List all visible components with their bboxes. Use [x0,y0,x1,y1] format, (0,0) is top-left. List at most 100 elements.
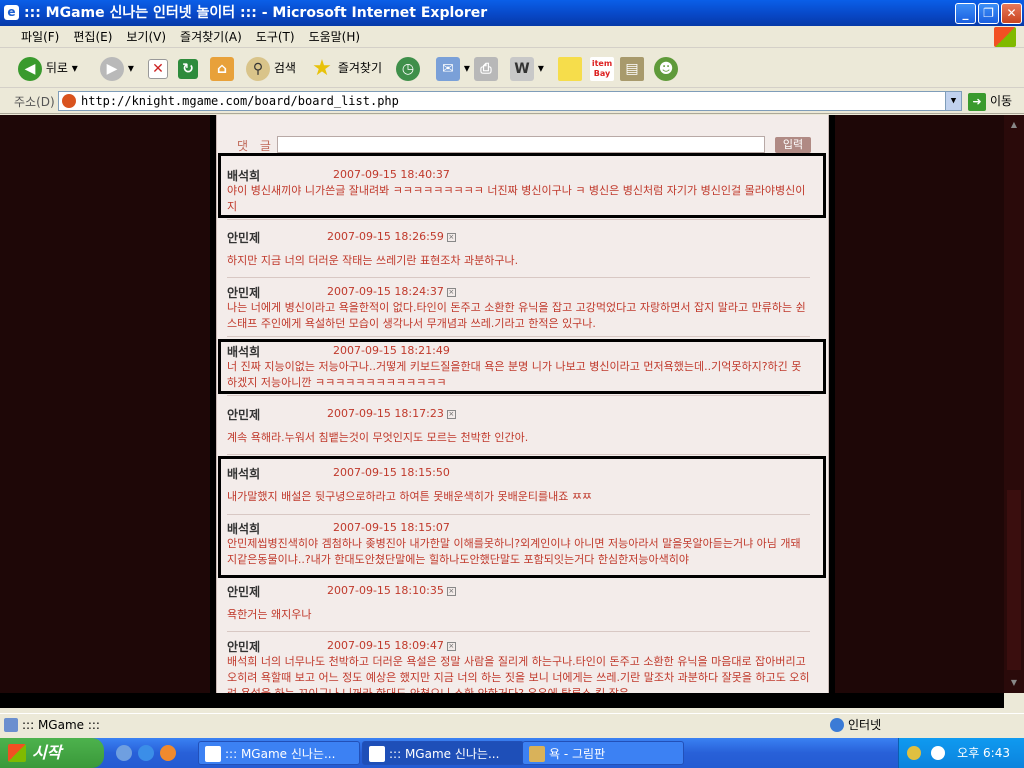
horizontal-scrollbar[interactable] [0,693,1004,708]
delete-icon[interactable]: × [446,641,456,651]
comment-time-wrap: 2007-09-15 18:24:37 × [327,285,456,298]
notes-button[interactable] [558,54,582,82]
menu-favorites[interactable]: 즐겨찾기(A) [173,26,249,48]
ie-page-icon [205,746,221,762]
comment-body: 욕한거는 왜지우나 [227,608,312,621]
quicklaunch-media-icon[interactable] [160,745,176,761]
menu-file[interactable]: 파일(F) [14,26,66,48]
printer-icon: ⎙ [474,56,498,81]
divider [227,277,810,278]
divider [227,631,810,632]
windows-logo-icon [994,27,1016,47]
delete-icon[interactable]: × [446,287,456,297]
search-button[interactable]: ⚲ 검색 [246,54,296,82]
paint-icon [529,746,545,762]
delete-icon[interactable]: × [446,586,456,596]
scroll-up-icon[interactable]: ▲ [1006,117,1022,133]
menu-tools[interactable]: 도구(T) [249,26,302,48]
delete-icon[interactable]: × [446,409,456,419]
highlight-box [218,456,826,578]
ie-page-icon [369,746,385,762]
comment-time-wrap: 2007-09-15 18:17:23 × [327,407,456,420]
history-icon: ◷ [396,56,420,81]
comment-body: 배석희 너의 너무나도 천박하고 더러운 욕설은 정말 사람을 질리게 하는구나… [227,655,810,693]
vertical-scrollbar[interactable]: ▲ ▼ [1004,115,1024,693]
sticky-note-icon [558,56,582,81]
taskbar: 시작 ::: MGame 신나는... ::: MGame 신나는... 욕 -… [0,738,1024,768]
messenger-button[interactable]: ☻ [654,54,678,82]
maximize-button[interactable]: ❐ [978,3,999,24]
comment-body: 나는 너에게 병신이라고 욕을한적이 없다.타인이 돈주고 소환한 유닉을 잡고… [227,301,806,330]
comment-input[interactable] [277,136,765,153]
delete-icon[interactable]: × [446,232,456,242]
window-title: ::: MGame 신나는 인터넷 놀이터 ::: - Microsoft In… [24,5,488,21]
scroll-thumb[interactable] [1007,490,1021,670]
network-tray-icon[interactable] [907,746,921,760]
refresh-button[interactable]: ↻ [178,54,198,82]
edit-button[interactable]: W ▾ [510,54,544,82]
url-dropdown-icon[interactable]: ▼ [945,92,961,110]
clock: 오후 6:43 [957,746,1010,760]
divider [227,454,810,455]
start-button[interactable]: 시작 [0,738,104,768]
ie-icon: e [4,5,19,20]
url-text: http://knight.mgame.com/board/board_list… [81,94,399,108]
menu-view[interactable]: 보기(V) [119,26,173,48]
toolbar: ◀ 뒤로 ▾ ▶ ▾ ✕ ↻ ⌂ ⚲ 검색 ★ 즐겨찾기 ◷ ✉ ▾ ⎙ W ▾… [0,48,1024,88]
quicklaunch-desktop-icon[interactable] [116,745,132,761]
menu-help[interactable]: 도움말(H) [302,26,368,48]
itembay-icon: item Bay [590,56,614,81]
system-tray: 오후 6:43 [898,738,1024,768]
home-button[interactable]: ⌂ [210,54,234,82]
search-icon: ⚲ [246,56,270,81]
star-icon: ★ [312,55,332,81]
go-button[interactable]: ➜ 이동 [968,91,1012,111]
mail-icon: ✉ [436,56,460,81]
mail-button[interactable]: ✉ ▾ [436,54,470,82]
minimize-button[interactable]: _ [955,3,976,24]
tray-expand-icon[interactable] [931,746,945,760]
comment-author: 안민제 [227,408,261,422]
refresh-icon: ↻ [178,58,198,79]
status-text: ::: MGame ::: [22,718,100,732]
security-zone: 인터넷 [828,715,881,735]
stop-button[interactable]: ✕ [148,54,168,82]
menu-bar: 파일(F) 편집(E) 보기(V) 즐겨찾기(A) 도구(T) 도움말(H) [0,26,1024,48]
scroll-down-icon[interactable]: ▼ [1006,675,1022,691]
edit-document-icon: W [510,56,534,81]
research-icon: ▤ [620,56,644,81]
comment-body: 하지만 지금 너의 더러운 작태는 쓰레기란 표현조차 과분하구나. [227,254,519,267]
comment-author: 안민제 [227,286,261,300]
quicklaunch-ie-icon[interactable] [138,745,154,761]
highlight-box [218,339,826,394]
url-field[interactable]: http://knight.mgame.com/board/board_list… [58,91,962,111]
address-label: 주소(D) [14,95,55,109]
address-bar: 주소(D) http://knight.mgame.com/board/boar… [0,88,1024,114]
task-mgame-1[interactable]: ::: MGame 신나는... [198,741,360,765]
comment-time-wrap: 2007-09-15 18:10:35 × [327,584,456,597]
comment-label: 댓 글 [237,139,275,153]
comment-time-wrap: 2007-09-15 18:09:47 × [327,639,456,652]
status-bar: ::: MGame ::: 인터넷 [0,713,1024,735]
comment-body: 계속 욕해라.누워서 침뱉는것이 무엇인지도 모르는 천박한 인간아. [227,431,529,444]
menu-edit[interactable]: 편집(E) [66,26,119,48]
task-paint[interactable]: 욕 - 그림판 [522,741,684,765]
research-button[interactable]: ▤ [620,54,644,82]
history-button[interactable]: ◷ [396,54,420,82]
comment-author: 안민제 [227,231,261,245]
forward-button[interactable]: ▶ ▾ [100,54,134,82]
back-button[interactable]: ◀ 뒤로 ▾ [18,54,78,82]
close-button[interactable]: ✕ [1001,3,1022,24]
comment-submit-button[interactable]: 입력 [775,137,811,153]
print-button[interactable]: ⎙ [474,54,498,82]
globe-icon [830,718,844,732]
comment-author: 안민제 [227,585,261,599]
divider [227,219,810,220]
divider [227,336,810,337]
home-icon: ⌂ [210,56,234,81]
title-bar[interactable]: e ::: MGame 신나는 인터넷 놀이터 ::: - Microsoft … [0,0,1024,26]
task-mgame-2[interactable]: ::: MGame 신나는... [362,741,524,765]
favorites-button[interactable]: ★ 즐겨찾기 [310,54,382,82]
itembay-button[interactable]: item Bay [590,54,614,82]
page-status-icon [4,718,18,732]
